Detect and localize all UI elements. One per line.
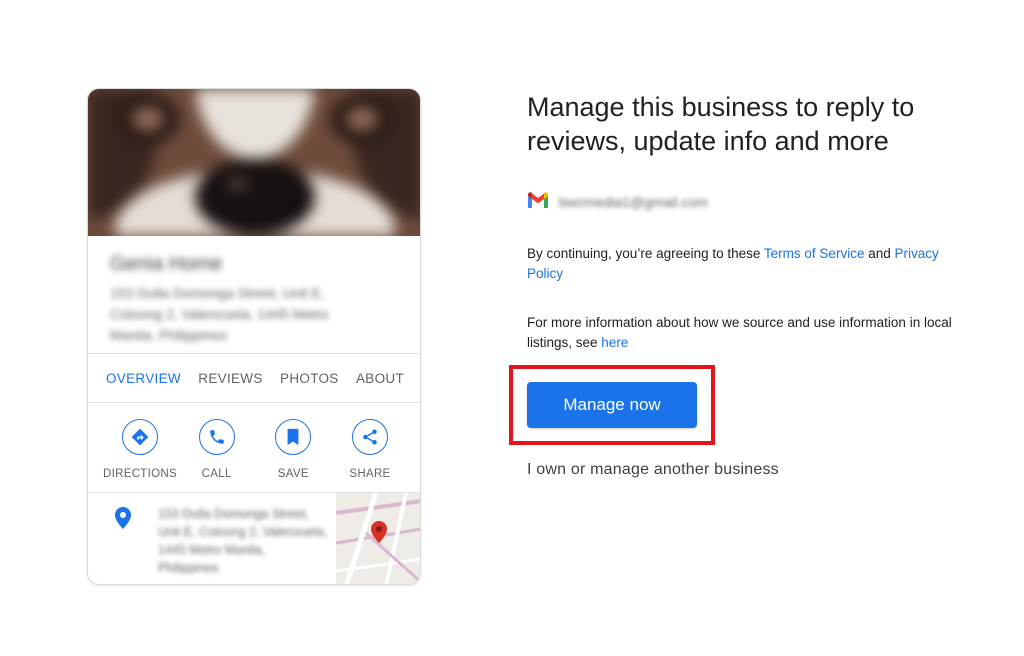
call-button[interactable]: CALL xyxy=(179,419,255,492)
other-business-link[interactable]: I own or manage another business xyxy=(527,461,779,479)
share-icon xyxy=(351,419,388,455)
location-row[interactable]: 153 Dulla Domonga Street, Unit E, Coloon… xyxy=(88,493,420,584)
location-pin-icon xyxy=(115,507,131,534)
business-card: Genia Home 153 Dulla Domonga Street, Uni… xyxy=(87,88,421,585)
page-title: Manage this business to reply to reviews… xyxy=(527,92,915,156)
account-row: bwcmedia1@gmail.com xyxy=(527,191,708,213)
business-info: Genia Home 153 Dulla Domonga Street, Uni… xyxy=(110,251,390,346)
gmail-icon xyxy=(527,191,549,213)
call-label: CALL xyxy=(201,468,232,480)
here-link[interactable]: here xyxy=(601,335,628,350)
business-photo[interactable] xyxy=(88,89,420,236)
share-label: SHARE xyxy=(349,468,391,480)
business-actions: DIRECTIONS CALL SAVE SHARE xyxy=(88,403,420,493)
directions-label: DIRECTIONS xyxy=(103,468,177,480)
bookmark-icon xyxy=(275,419,312,455)
share-button[interactable]: SHARE xyxy=(332,419,408,492)
business-address: 153 Dulla Domonga Street, Unit E, Coloon… xyxy=(110,285,329,343)
mini-map[interactable] xyxy=(336,493,420,584)
location-address: 153 Dulla Domonga Street, Unit E, Coloon… xyxy=(158,507,328,575)
directions-button[interactable]: DIRECTIONS xyxy=(102,419,178,492)
consent-prefix: By continuing, you’re agreeing to these xyxy=(527,246,764,261)
manage-now-button[interactable]: Manage now xyxy=(527,382,697,428)
phone-icon xyxy=(198,419,235,455)
consent-and: and xyxy=(864,246,895,261)
tab-reviews[interactable]: REVIEWS xyxy=(198,371,262,386)
business-name: Genia Home xyxy=(110,253,223,275)
business-tabs: OVERVIEW REVIEWS PHOTOS ABOUT xyxy=(88,353,420,403)
save-button[interactable]: SAVE xyxy=(255,419,331,492)
tab-overview[interactable]: OVERVIEW xyxy=(106,371,181,386)
terms-of-service-link[interactable]: Terms of Service xyxy=(764,246,865,261)
terms-consent-text: By continuing, you’re agreeing to these … xyxy=(527,244,957,284)
tab-photos[interactable]: PHOTOS xyxy=(280,371,339,386)
tab-about[interactable]: ABOUT xyxy=(356,371,404,386)
save-label: SAVE xyxy=(277,468,309,480)
account-email: bwcmedia1@gmail.com xyxy=(559,194,708,210)
directions-icon xyxy=(122,419,158,455)
info-prefix: For more information about how we source… xyxy=(527,315,952,350)
info-text: For more information about how we source… xyxy=(527,313,957,353)
